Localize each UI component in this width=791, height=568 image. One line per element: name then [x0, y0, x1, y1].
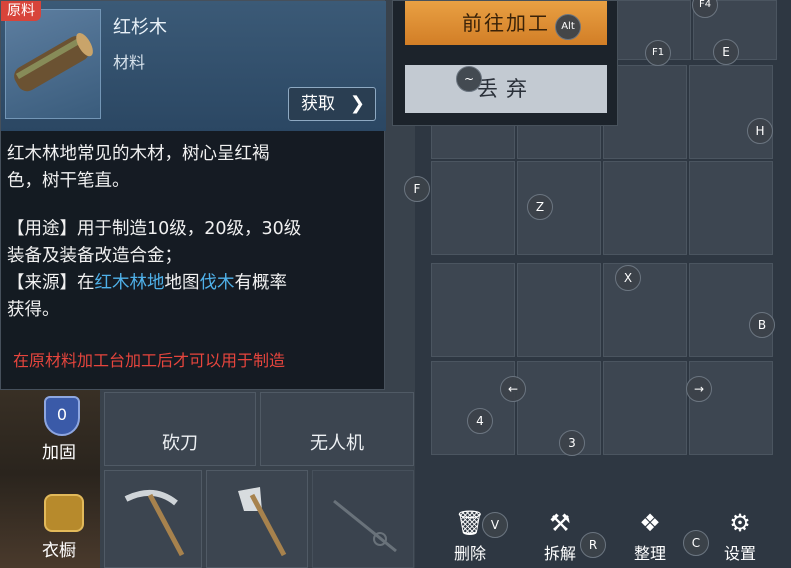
discard-label: 丢弃 [477, 77, 535, 101]
source-suffix: 有概率 [234, 273, 288, 293]
settings-label: 设置 [723, 544, 756, 563]
pickaxe-tile[interactable] [104, 470, 202, 568]
key-hint-f: F [404, 176, 430, 202]
desc-line: 红木林地常见的木材，树心呈红褐 [7, 144, 270, 164]
use-line: 【用途】用于制造10级，20级，30级 [7, 219, 302, 239]
dismantle-button[interactable]: ⚒ 拆解 [534, 508, 586, 564]
inventory-slot[interactable] [431, 161, 515, 255]
axe-icon [238, 487, 287, 557]
inventory-slot[interactable] [603, 161, 687, 255]
reinforce-label: 加固 [42, 443, 76, 463]
inventory-slot[interactable] [431, 263, 515, 357]
key-hint-left: ← [500, 376, 526, 402]
organize-label: 整理 [633, 544, 666, 563]
source-place-link: 红木林地 [94, 273, 165, 293]
drone-tile[interactable]: 无人机 [260, 392, 414, 466]
material-tag: 原料 [1, 1, 41, 21]
wardrobe-icon[interactable]: 衣 [44, 494, 84, 532]
go-process-label: 前往加工 [462, 11, 550, 35]
organize-button[interactable]: ❖ 整理 [624, 508, 676, 564]
item-tooltip: 原料 红杉木 材料 获取 ❯ 红木林地常见的木材，树心呈红褐 色，树干笔直。 【… [0, 0, 386, 390]
key-hint-x: X [615, 265, 641, 291]
get-button-label: 获取 [301, 94, 335, 114]
key-hint-tilde: ~ [456, 66, 482, 92]
item-icon-frame [5, 9, 101, 119]
source-line: 【来源】在红木林地地图伐木有概率 [7, 270, 379, 297]
fishing-rod-icon [333, 499, 397, 553]
key-hint-e: E [713, 39, 739, 65]
source-mid: 地图 [164, 273, 200, 293]
source-prefix: 【来源】在 [7, 273, 95, 293]
inventory-slot[interactable] [689, 263, 773, 357]
inventory-slot[interactable] [517, 263, 601, 357]
key-hint-4: 4 [467, 408, 493, 434]
item-type: 材料 [113, 53, 146, 72]
gear-icon: ⚙ [729, 509, 751, 537]
reinforce-shield-icon[interactable]: 0 [44, 396, 80, 436]
key-hint-alt: Alt [555, 14, 581, 40]
use-line: 装备及装备改造合金； [7, 246, 182, 266]
item-description: 红木林地常见的木材，树心呈红褐 色，树干笔直。 【用途】用于制造10级，20级，… [7, 141, 379, 324]
drone-label: 无人机 [310, 433, 364, 454]
reinforce-level: 0 [56, 405, 68, 424]
key-hint-c: C [683, 530, 709, 556]
key-hint-b: B [749, 312, 775, 338]
source-action-link: 伐木 [199, 273, 235, 293]
machete-tile[interactable]: 砍刀 [104, 392, 256, 466]
key-hint-h: H [747, 118, 773, 144]
key-hint-z: Z [527, 194, 553, 220]
inventory-slot[interactable] [689, 161, 773, 255]
redwood-log-icon [14, 32, 93, 92]
delete-label: 删除 [453, 544, 486, 563]
source-line2: 获得。 [7, 300, 60, 320]
inventory-slot[interactable] [689, 65, 773, 159]
inventory-slot[interactable] [689, 361, 773, 455]
discard-button[interactable]: 丢弃 [405, 65, 607, 113]
inventory-slot[interactable] [603, 361, 687, 455]
organize-icon: ❖ [639, 509, 661, 537]
key-hint-3: 3 [559, 430, 585, 456]
wardrobe-label[interactable]: 衣橱 [42, 536, 76, 561]
key-hint-f1: F1 [645, 40, 671, 66]
key-hint-r: R [580, 532, 606, 558]
key-hint-right: → [686, 376, 712, 402]
axe-tile[interactable] [206, 470, 308, 568]
get-button[interactable]: 获取 ❯ [288, 87, 376, 121]
processing-warning: 在原材料加工台加工后才可以用于制造 [13, 351, 286, 370]
item-action-popup: 前往加工 丢弃 [392, 0, 618, 126]
item-name: 红杉木 [113, 17, 167, 38]
dismantle-label: 拆解 [543, 544, 576, 563]
pickaxe-icon [124, 490, 185, 557]
chevron-right-icon: ❯ [349, 93, 365, 114]
desc-line: 色，树干笔直。 [7, 171, 130, 191]
settings-button[interactable]: ⚙ 设置 [714, 508, 766, 564]
wrench-icon: ⚒ [549, 509, 571, 537]
fishing-rod-tile[interactable] [312, 470, 414, 568]
inventory-slot[interactable] [431, 361, 515, 455]
machete-label: 砍刀 [162, 433, 198, 454]
key-hint-v: V [482, 512, 508, 538]
